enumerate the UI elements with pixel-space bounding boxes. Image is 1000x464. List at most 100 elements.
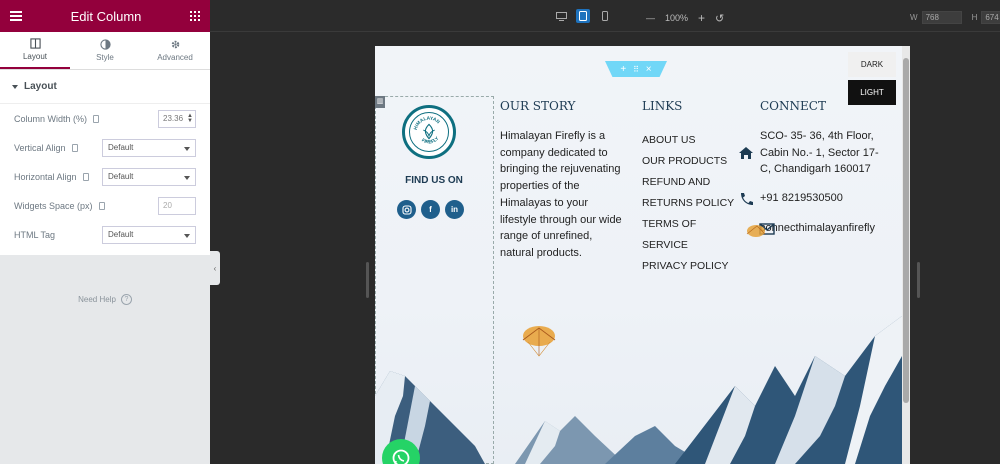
- add-icon[interactable]: +: [620, 64, 626, 75]
- tab-style[interactable]: Style: [70, 32, 140, 69]
- footer-links: ABOUT US OUR PRODUCTS REFUND AND RETURNS…: [642, 130, 734, 277]
- link-our-products[interactable]: OUR PRODUCTS: [642, 151, 734, 172]
- facebook-icon[interactable]: f: [421, 200, 440, 219]
- spinner-icon[interactable]: ▲ ▼: [187, 113, 193, 124]
- panel-tabs: Layout Style Advanced: [0, 32, 210, 70]
- layout-section-toggle[interactable]: Layout: [0, 70, 210, 104]
- widgets-space-control: Widgets Space (px) 20: [0, 191, 210, 220]
- tablet-icon[interactable]: [82, 172, 89, 181]
- svg-text:HIMALAYAN: HIMALAYAN: [413, 116, 441, 131]
- tab-layout[interactable]: Layout: [0, 32, 70, 69]
- column-width-value: 23.36: [163, 113, 184, 123]
- link-refund[interactable]: REFUND AND: [642, 172, 734, 193]
- need-help-link[interactable]: Need Help ?: [0, 294, 210, 305]
- tablet-icon[interactable]: [98, 201, 105, 210]
- horizontal-align-control: Horizontal Align Default: [0, 162, 210, 191]
- whatsapp-icon: [392, 449, 410, 464]
- instagram-icon[interactable]: [397, 200, 416, 219]
- social-links: f in: [397, 200, 464, 219]
- link-service[interactable]: SERVICE: [642, 235, 734, 256]
- link-privacy-policy[interactable]: PRIVACY POLICY: [642, 256, 734, 277]
- tab-style-label: Style: [96, 53, 114, 62]
- need-help-label: Need Help: [78, 295, 116, 304]
- chevron-left-icon: ‹: [213, 263, 217, 273]
- email-text: connecthimalayanfirefly: [760, 222, 875, 234]
- menu-icon[interactable]: [10, 11, 22, 21]
- firefly-logo-icon: HIMALAYAN FIREFLY: [413, 116, 441, 146]
- caret-down-icon: [12, 84, 18, 89]
- address-text: SCO- 35- 36, 4th Floor, Cabin No.- 1, Se…: [760, 130, 879, 175]
- layout-section: Layout Column Width (%) 23.36 ▲ ▼ Vertical…: [0, 70, 210, 255]
- section-handle[interactable]: + ⠿ ×: [605, 61, 667, 77]
- logo-text-top: HIMALAYAN: [413, 116, 441, 131]
- html-tag-label: HTML Tag: [14, 229, 56, 240]
- mountains-illustration: [375, 316, 902, 464]
- panel-title: Edit Column: [70, 8, 142, 24]
- zoom-in-icon[interactable]: +: [698, 11, 705, 25]
- link-about-us[interactable]: ABOUT US: [642, 130, 734, 151]
- width-input[interactable]: 768: [921, 11, 962, 24]
- tab-advanced-label: Advanced: [157, 53, 193, 62]
- contact-phone[interactable]: +91 8219530500: [741, 190, 843, 207]
- html-tag-control: HTML Tag Default: [0, 220, 210, 249]
- phone-icon: [741, 193, 753, 205]
- collapse-panel-button[interactable]: ‹: [210, 251, 220, 285]
- scrollbar-thumb[interactable]: [903, 58, 909, 403]
- column-edit-handle[interactable]: ▥: [375, 96, 385, 108]
- zoom-level: 100%: [665, 13, 689, 23]
- our-story-title: OUR STORY: [500, 99, 576, 113]
- tablet-icon[interactable]: [71, 143, 78, 152]
- resize-handle-right[interactable]: [917, 262, 920, 298]
- link-returns-policy[interactable]: RETURNS POLICY: [642, 193, 734, 214]
- height-input[interactable]: 674: [981, 11, 1000, 24]
- link-terms-of[interactable]: TERMS OF: [642, 214, 734, 235]
- device-switcher: [554, 9, 612, 23]
- zoom-controls: — 100% + ↺: [646, 11, 724, 25]
- widgets-grid-icon[interactable]: [190, 11, 200, 21]
- tablet-icon[interactable]: [93, 114, 99, 123]
- home-icon: [739, 147, 753, 159]
- drag-icon[interactable]: ⠿: [633, 65, 639, 74]
- html-tag-select[interactable]: Default: [102, 225, 196, 244]
- reset-zoom-icon[interactable]: ↺: [715, 12, 724, 25]
- vertical-align-control: Vertical Align Default: [0, 133, 210, 162]
- column-width-control: Column Width (%) 23.36 ▲ ▼: [0, 104, 210, 133]
- contact-address: SCO- 35- 36, 4th Floor, Cabin No.- 1, Se…: [739, 128, 882, 178]
- find-us-heading: FIND US ON: [405, 175, 463, 186]
- connect-title: CONNECT: [760, 99, 826, 113]
- linkedin-icon[interactable]: in: [445, 200, 464, 219]
- editor-panel: Edit Column Layout Style Advanced Layout…: [0, 0, 210, 464]
- desktop-icon[interactable]: [554, 9, 568, 23]
- column-width-label: Column Width (%): [14, 113, 88, 124]
- vertical-align-label: Vertical Align: [14, 142, 66, 153]
- panel-header: Edit Column: [0, 0, 210, 32]
- resize-handle-left[interactable]: [366, 262, 369, 298]
- tab-advanced[interactable]: Advanced: [140, 32, 210, 69]
- dark-theme-button[interactable]: DARK: [848, 52, 896, 77]
- mobile-icon[interactable]: [598, 9, 612, 23]
- horizontal-align-label: Horizontal Align: [14, 171, 77, 182]
- vertical-align-select[interactable]: Default: [102, 138, 196, 157]
- close-icon[interactable]: ×: [646, 64, 652, 75]
- horizontal-align-select[interactable]: Default: [102, 167, 196, 186]
- zoom-out-icon[interactable]: —: [646, 13, 655, 23]
- firefly-decoration-icon: [746, 225, 766, 237]
- canvas-scrollbar[interactable]: [902, 46, 910, 464]
- responsive-toolbar: — 100% + ↺ W 768 H 674: [210, 0, 1000, 32]
- brand-logo: HIMALAYAN FIREFLY: [402, 105, 456, 159]
- height-label: H: [971, 13, 978, 22]
- tablet-icon[interactable]: [576, 9, 590, 23]
- our-story-text: Himalayan Firefly is a company dedicated…: [500, 130, 622, 259]
- contact-email[interactable]: connecthimalayanfirefly: [760, 220, 880, 237]
- question-icon: ?: [120, 294, 132, 305]
- phone-text: +91 8219530500: [760, 192, 843, 204]
- column-width-input[interactable]: 23.36 ▲ ▼: [158, 109, 196, 128]
- preview-canvas: + ⠿ × ▥ HIMALAYAN FIREFLY FIND US ON f i…: [375, 46, 910, 464]
- light-theme-button[interactable]: LIGHT: [848, 80, 896, 105]
- contrast-icon: [99, 39, 111, 50]
- widgets-space-label: Widgets Space (px): [14, 200, 93, 211]
- width-label: W: [910, 13, 918, 22]
- widgets-space-input[interactable]: 20: [158, 196, 196, 215]
- layout-section-title: Layout: [24, 81, 57, 92]
- canvas-dimensions: W 768 H 674: [910, 11, 1000, 24]
